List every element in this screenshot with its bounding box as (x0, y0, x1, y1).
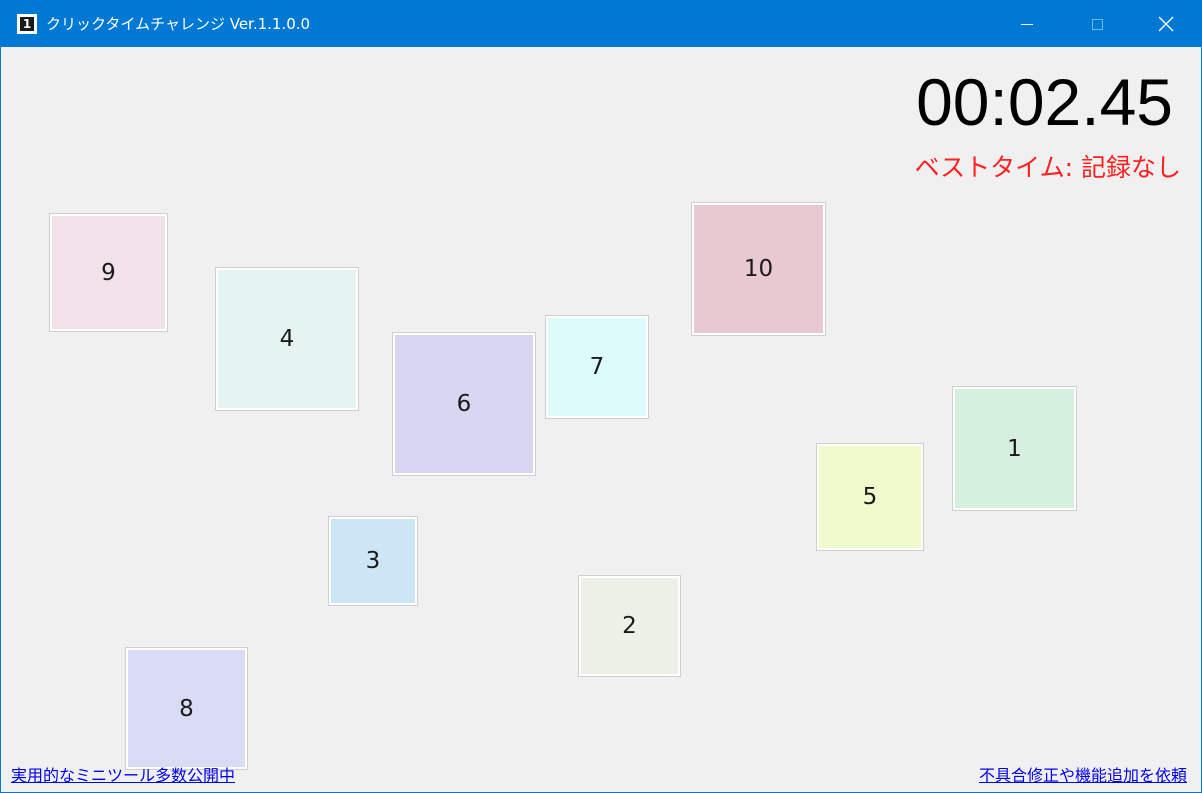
number-tile-5[interactable]: 5 (816, 443, 924, 551)
window-title: クリックタイムチャレンジ Ver.1.1.0.0 (46, 15, 311, 33)
close-button[interactable] (1131, 1, 1201, 47)
number-tile-3[interactable]: 3 (328, 516, 418, 606)
app-icon-glyph: 1 (20, 17, 34, 31)
number-tile-7[interactable]: 7 (545, 315, 649, 419)
number-tile-1[interactable]: 1 (952, 386, 1077, 511)
number-tile-2[interactable]: 2 (578, 575, 681, 677)
number-tile-8[interactable]: 8 (125, 647, 248, 770)
number-tile-4[interactable]: 4 (215, 267, 359, 411)
mini-tools-link[interactable]: 実用的なミニツール多数公開中 (11, 765, 235, 787)
best-time-label: ベストタイム: 記録なし (914, 153, 1181, 182)
minimize-icon (1021, 23, 1033, 25)
maximize-button[interactable] (1062, 1, 1132, 47)
maximize-icon (1091, 18, 1103, 30)
app-window: 1 クリックタイムチャレンジ Ver.1.1.0.0 00:02.45 ベストタ… (0, 0, 1202, 793)
close-icon (1158, 16, 1174, 32)
elapsed-timer: 00:02.45 (916, 65, 1173, 139)
app-icon: 1 (17, 14, 37, 34)
number-tile-10[interactable]: 10 (691, 202, 826, 336)
number-tile-6[interactable]: 6 (392, 332, 536, 476)
feature-request-link[interactable]: 不具合修正や機能追加を依頼 (979, 765, 1187, 787)
number-tile-9[interactable]: 9 (49, 213, 168, 332)
title-bar[interactable]: 1 クリックタイムチャレンジ Ver.1.1.0.0 (1, 1, 1201, 47)
minimize-button[interactable] (992, 1, 1062, 47)
